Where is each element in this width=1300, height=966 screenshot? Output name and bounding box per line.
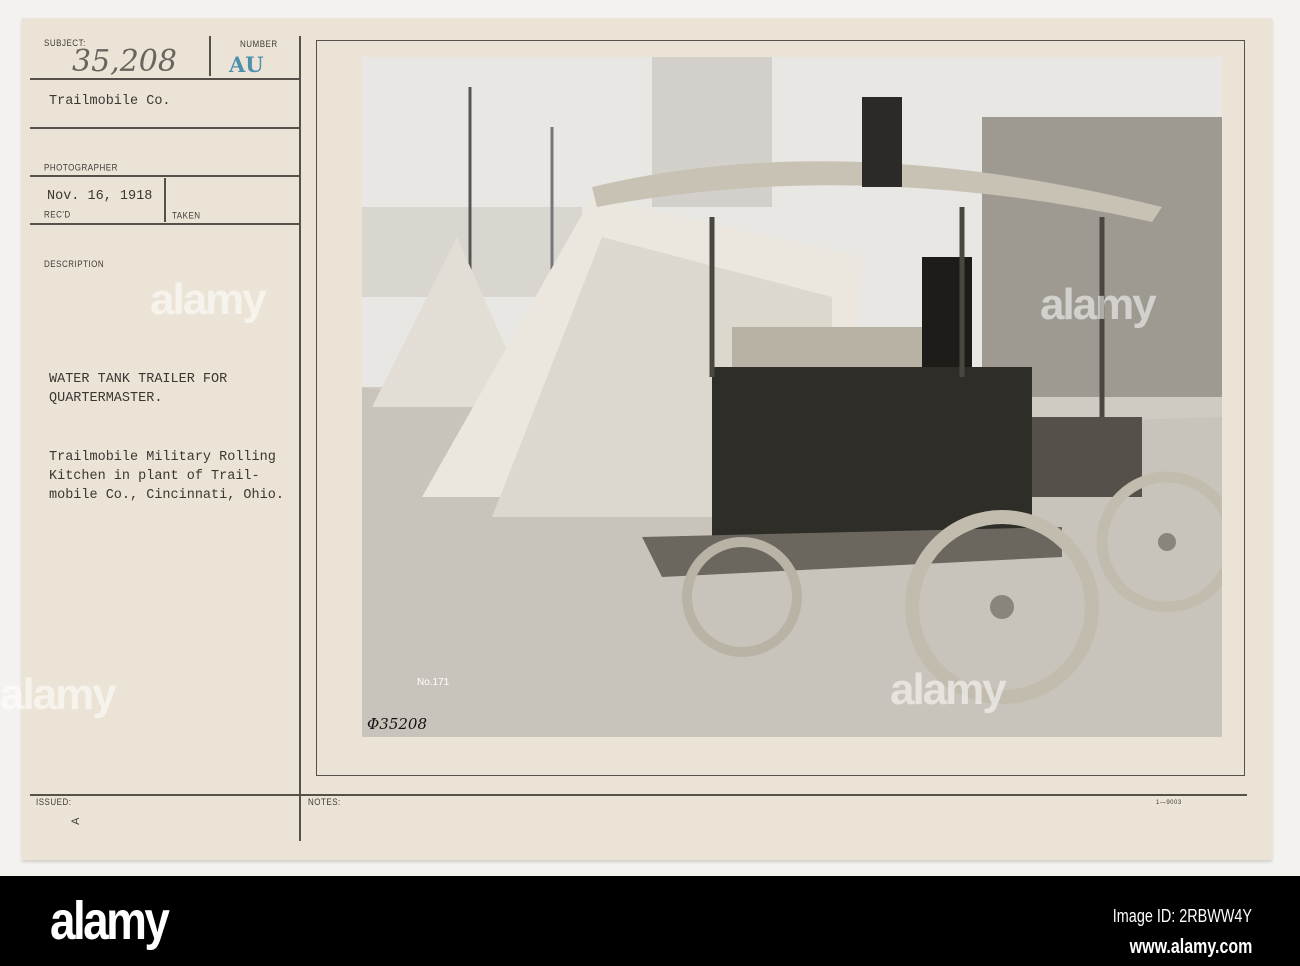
watermark: alamy [0, 670, 117, 719]
number-stamp: AU [229, 52, 264, 77]
watermark-band [0, 876, 1300, 966]
recd-label: REC'D [44, 209, 71, 220]
date: Nov. 16, 1918 [47, 189, 153, 204]
site-url: www.alamy.com [1129, 936, 1252, 958]
watermark: alamy [150, 275, 267, 324]
rule [30, 127, 300, 129]
rule [30, 223, 300, 225]
company: Trailmobile Co. [49, 94, 171, 109]
photographer-label: PHOTOGRAPHER [44, 162, 118, 173]
notes-label: NOTES: [308, 797, 341, 808]
photograph: No.171 Φ35208 [362, 57, 1222, 737]
handwritten-number: Φ35208 [367, 715, 427, 733]
kitchen-body [712, 367, 1032, 537]
number-label: NUMBER [240, 39, 278, 50]
watermark: alamy [890, 665, 1007, 714]
bottom-rule [30, 794, 1247, 796]
taken-label: TAKEN [172, 210, 201, 221]
description-label: DESCRIPTION [44, 259, 105, 270]
corner-mark: A [69, 817, 82, 825]
divider [209, 36, 211, 76]
issued-label: ISSUED: [36, 797, 72, 808]
column-divider [299, 36, 301, 841]
divider [164, 178, 166, 222]
description-title: WATER TANK TRAILER FOR QUARTERMASTER. [49, 372, 228, 406]
form-number: 1—9003 [1156, 799, 1182, 807]
image-id: Image ID: 2RBWW4Y [1112, 906, 1252, 926]
alamy-logo: alamy [50, 891, 170, 951]
subject-number: 35,208 [72, 44, 177, 79]
plate-label: No.171 [417, 677, 450, 688]
description-body: Trailmobile Military Rolling Kitchen in … [49, 450, 284, 503]
rule [30, 175, 300, 177]
watermark: alamy [1040, 280, 1157, 329]
